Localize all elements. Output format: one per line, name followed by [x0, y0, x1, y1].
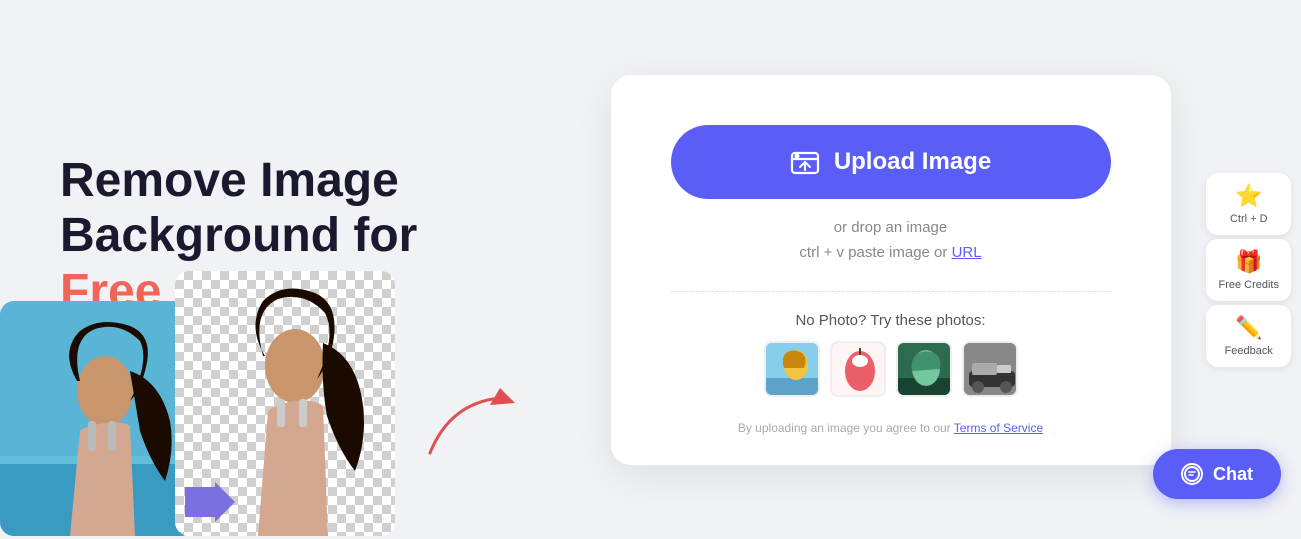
- sample-image-1[interactable]: [764, 341, 820, 397]
- credits-label: Free Credits: [1218, 279, 1279, 291]
- sample-label: No Photo? Try these photos:: [795, 312, 985, 329]
- url-link[interactable]: URL: [952, 244, 982, 261]
- sample-image-3[interactable]: [896, 341, 952, 397]
- page-wrapper: Remove Image Background for Free 100% au…: [0, 0, 1301, 539]
- upload-button[interactable]: Upload Image: [671, 125, 1111, 199]
- original-photo: [0, 301, 195, 536]
- chat-button-label: Chat: [1213, 464, 1253, 485]
- bookmark-panel-item[interactable]: ⭐ Ctrl + D: [1206, 173, 1291, 235]
- feedback-label: Feedback: [1225, 345, 1273, 357]
- upload-icon: [790, 147, 820, 177]
- bookmark-label: Ctrl + D: [1230, 213, 1268, 225]
- upload-button-label: Upload Image: [834, 148, 991, 176]
- drop-text: or drop an image: [834, 219, 947, 236]
- sample-image-2[interactable]: [830, 341, 886, 397]
- red-arrow-decoration: [420, 383, 520, 463]
- sample-image-4[interactable]: [962, 341, 1018, 397]
- paste-instruction: ctrl + v paste image or: [799, 244, 951, 261]
- feedback-icon: ✏️: [1235, 315, 1262, 341]
- upload-card: Upload Image or drop an image ctrl + v p…: [611, 75, 1171, 465]
- sample-section: No Photo? Try these photos:: [671, 312, 1111, 435]
- terms-link[interactable]: Terms of Service: [954, 421, 1043, 435]
- chat-icon: [1181, 463, 1203, 485]
- left-section: Remove Image Background for Free 100% au…: [60, 153, 540, 386]
- right-section: Upload Image or drop an image ctrl + v p…: [540, 75, 1241, 465]
- title-line2: Background for: [60, 209, 417, 262]
- blue-arrow-decoration: [185, 482, 235, 531]
- divider: [671, 291, 1111, 292]
- chat-button[interactable]: Chat: [1153, 449, 1281, 499]
- feedback-panel-item[interactable]: ✏️ Feedback: [1206, 305, 1291, 367]
- gift-icon: 🎁: [1235, 249, 1262, 275]
- terms-text: By uploading an image you agree to our T…: [738, 421, 1043, 435]
- paste-text: ctrl + v paste image or URL: [799, 244, 981, 261]
- sample-images: [764, 341, 1018, 397]
- terms-prefix: By uploading an image you agree to our: [738, 421, 954, 435]
- credits-panel-item[interactable]: 🎁 Free Credits: [1206, 239, 1291, 301]
- right-panel: ⭐ Ctrl + D 🎁 Free Credits ✏️ Feedback: [1206, 173, 1291, 367]
- title-line1: Remove Image: [60, 154, 399, 207]
- bookmark-icon: ⭐: [1235, 183, 1262, 209]
